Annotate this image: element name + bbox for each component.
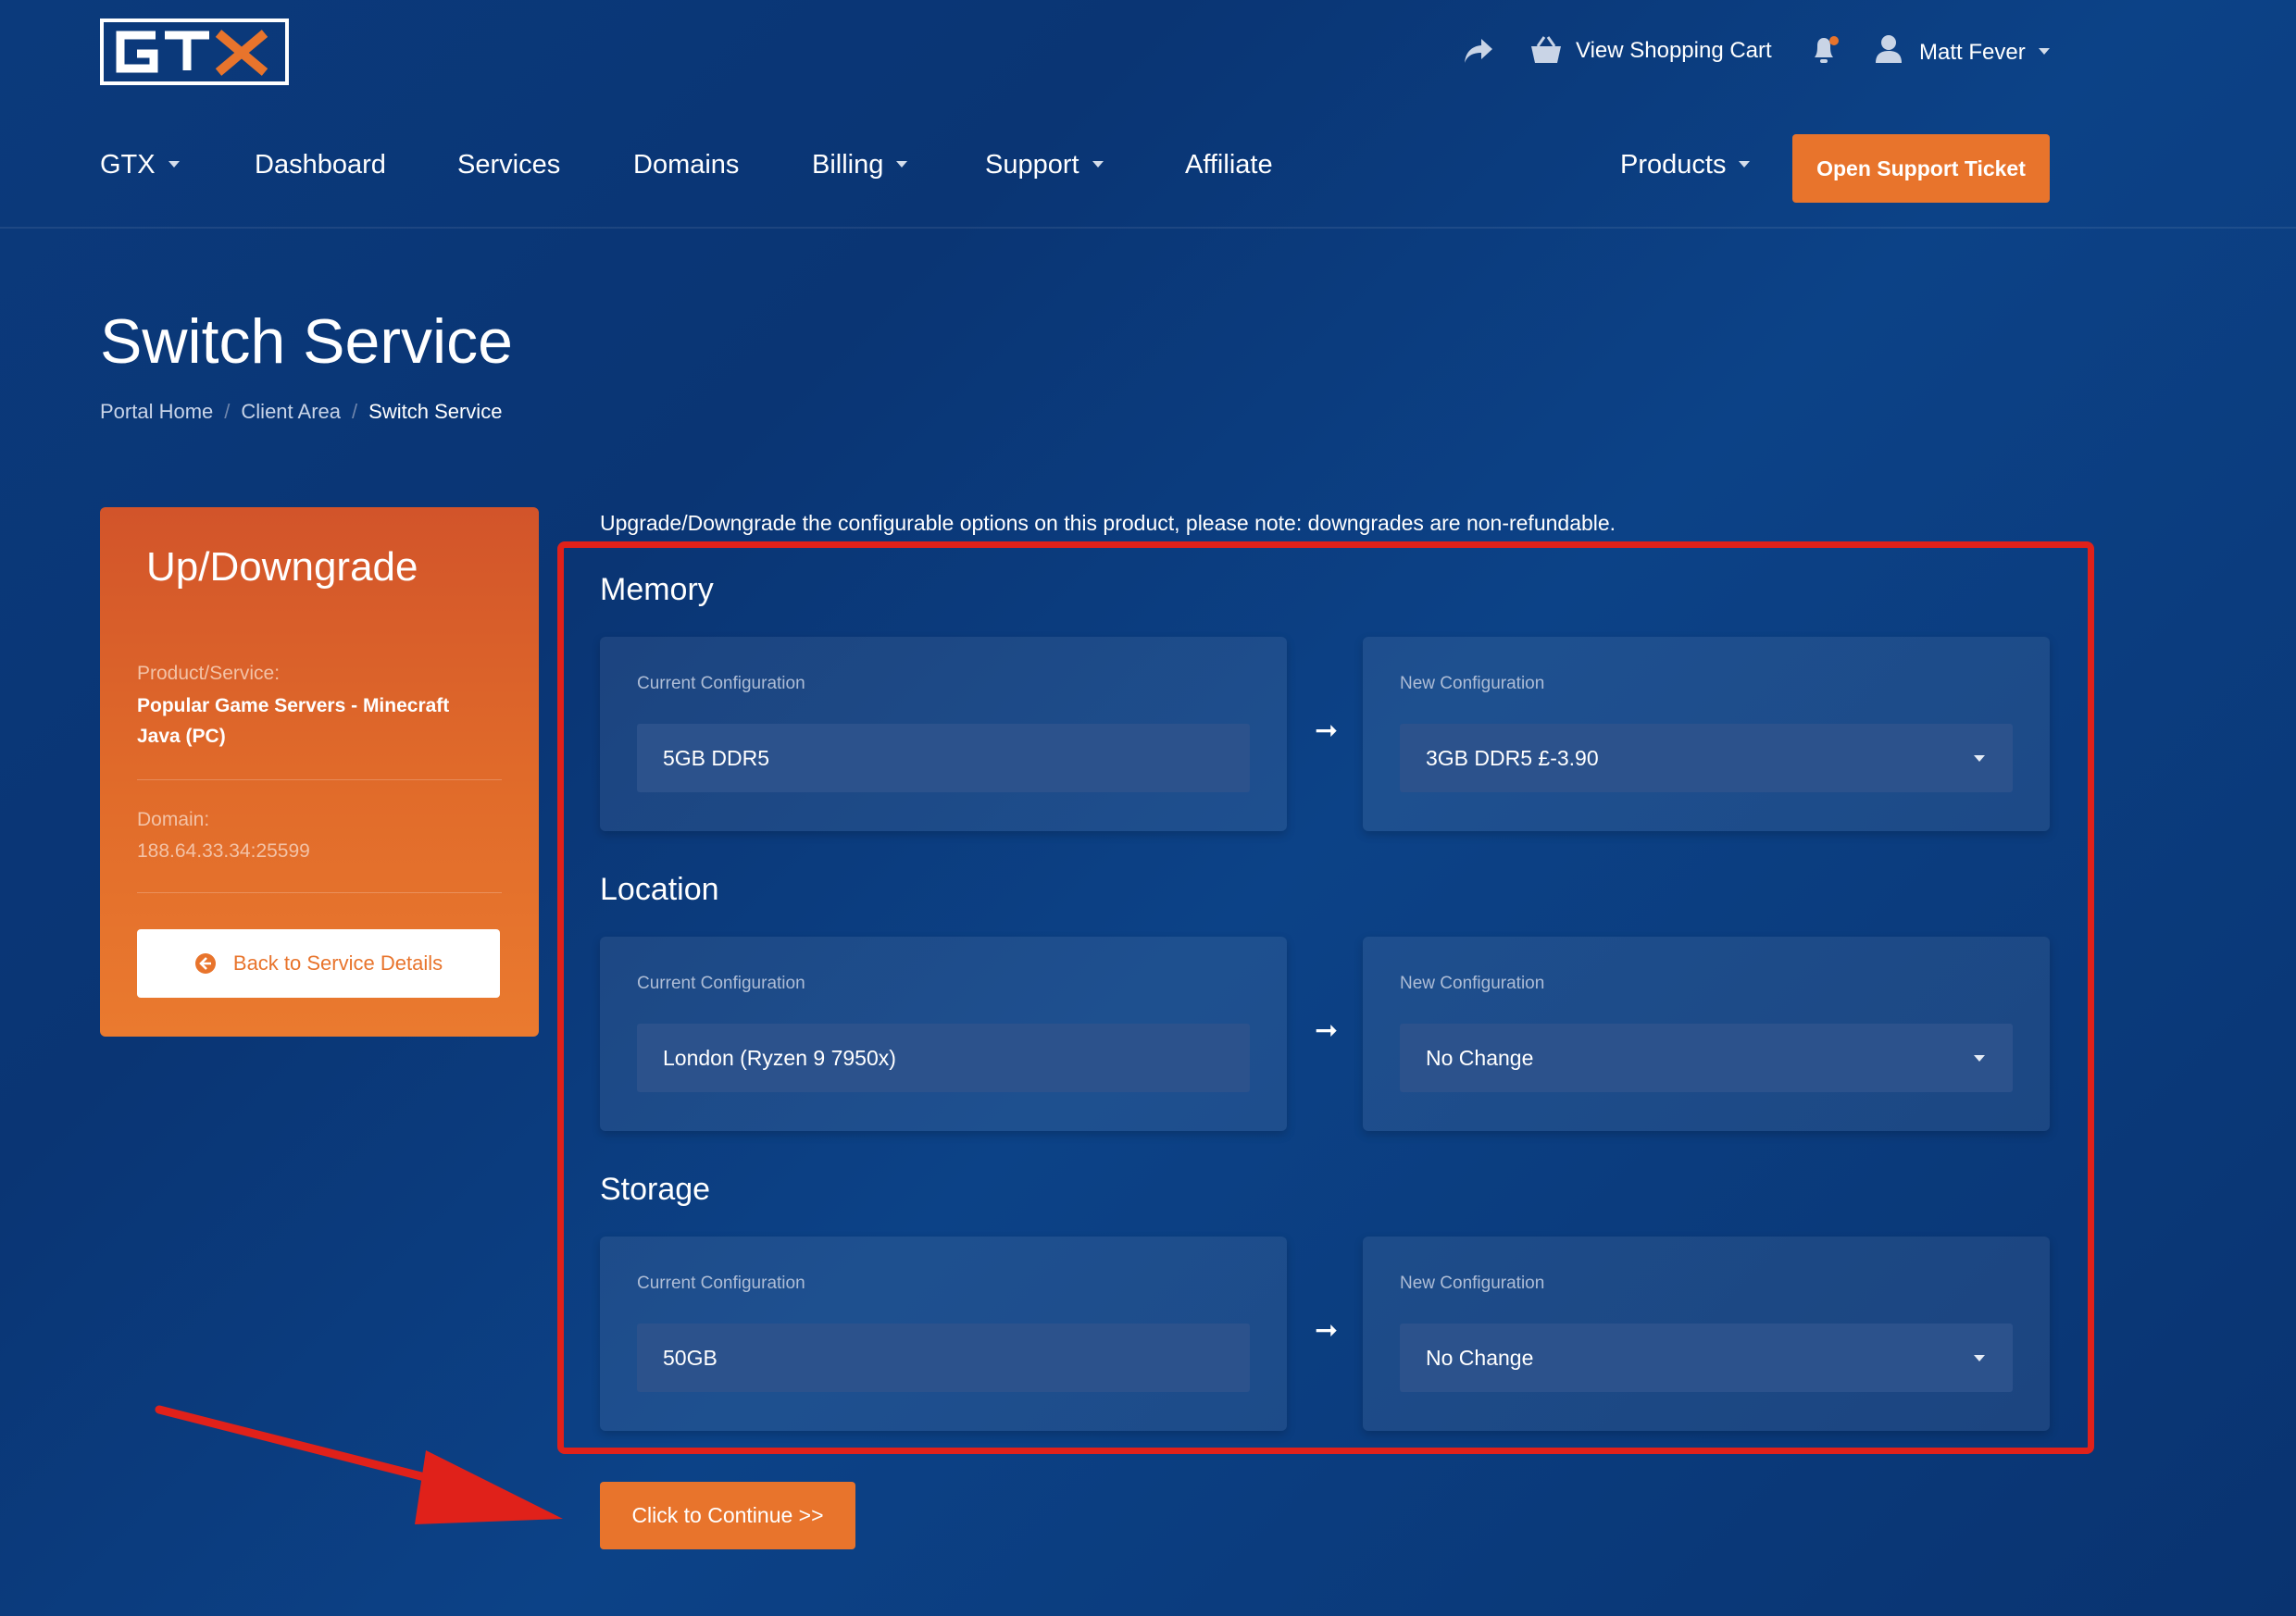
arrow-right-icon: ➞ [1315,1015,1339,1046]
breadcrumb: Portal Home / Client Area / Switch Service [100,400,502,424]
new-config-label: New Configuration [1400,1274,1545,1293]
user-icon[interactable] [1874,33,1903,69]
logo-graphic [100,19,289,85]
open-support-ticket-button[interactable]: Open Support Ticket [1792,134,2050,203]
product-label: Product/Service: [137,663,281,684]
nav-billing-label: Billing [812,150,884,180]
new-config-label: New Configuration [1400,674,1545,693]
nav-gtx-label: GTX [100,150,156,180]
config-note: Upgrade/Downgrade the configurable optio… [600,511,1616,535]
view-cart-link[interactable]: View Shopping Cart [1576,38,1772,64]
arrow-right-icon: ➞ [1315,715,1339,746]
location-current-value: London (Ryzen 9 7950x) [637,1024,1250,1092]
chevron-down-icon [2038,48,2050,56]
back-button-label: Back to Service Details [232,951,443,975]
breadcrumb-portal-home[interactable]: Portal Home [100,400,213,423]
share-icon[interactable] [1463,37,1494,69]
location-new-value: No Change [1426,1045,1534,1070]
bell-icon[interactable] [1809,33,1841,71]
breadcrumb-separator: / [224,400,231,423]
chevron-down-icon [1974,755,1985,762]
page-title: Switch Service [100,306,513,377]
nav-domains[interactable]: Domains [633,150,739,180]
current-config-label: Current Configuration [637,974,805,993]
breadcrumb-separator: / [352,400,358,423]
chevron-down-icon [1974,1355,1985,1361]
location-new-select[interactable]: No Change [1400,1024,2013,1092]
updowngrade-panel: Up/Downgrade Product/Service: Popular Ga… [100,507,539,1037]
chevron-down-icon [1092,160,1104,168]
nav-products-label: Products [1620,150,1727,180]
basket-icon[interactable] [1529,35,1563,69]
memory-current-value: 5GB DDR5 [637,724,1250,792]
memory-new-value: 3GB DDR5 £-3.90 [1426,745,1599,770]
domain-label: Domain: [137,809,210,830]
storage-current-card: Current Configuration 50GB [600,1237,1287,1431]
back-to-service-details-button[interactable]: Back to Service Details [137,929,500,998]
memory-new-select[interactable]: 3GB DDR5 £-3.90 [1400,724,2013,792]
panel-divider [137,779,502,780]
nav-dashboard[interactable]: Dashboard [255,150,386,180]
gtx-logo[interactable] [100,19,289,85]
nav-divider [0,227,2296,229]
section-title-memory: Memory [600,572,714,607]
nav-support-label: Support [985,150,1079,180]
product-value: Popular Game Servers - Minecraft Java (P… [137,695,450,747]
breadcrumb-client-area[interactable]: Client Area [241,400,341,423]
nav-gtx[interactable]: GTX [100,150,180,180]
storage-new-value: No Change [1426,1345,1534,1370]
memory-current-card: Current Configuration 5GB DDR5 [600,637,1287,831]
nav-billing[interactable]: Billing [812,150,908,180]
current-config-label: Current Configuration [637,1274,805,1293]
storage-current-value: 50GB [637,1324,1250,1392]
user-name: Matt Fever [1919,40,2026,65]
nav-services[interactable]: Services [457,150,560,180]
chevron-down-icon [1739,160,1751,168]
new-config-label: New Configuration [1400,974,1545,993]
breadcrumb-current: Switch Service [368,400,503,423]
memory-new-card: New Configuration 3GB DDR5 £-3.90 [1363,637,2050,831]
red-annotation-arrow-icon [148,1393,574,1536]
panel-divider [137,892,502,893]
chevron-down-icon [1974,1055,1985,1062]
storage-new-select[interactable]: No Change [1400,1324,2013,1392]
chevron-down-icon [168,160,180,168]
user-menu[interactable]: Matt Fever [1919,40,2050,66]
section-title-location: Location [600,872,719,907]
location-new-card: New Configuration No Change [1363,937,2050,1131]
click-to-continue-button[interactable]: Click to Continue >> [600,1482,855,1549]
arrow-right-icon: ➞ [1315,1315,1339,1346]
storage-new-card: New Configuration No Change [1363,1237,2050,1431]
location-current-card: Current Configuration London (Ryzen 9 79… [600,937,1287,1131]
section-title-storage: Storage [600,1172,711,1207]
arrow-circle-left-icon [194,953,216,974]
chevron-down-icon [896,160,908,168]
domain-value: 188.64.33.34:25599 [137,840,310,862]
nav-products[interactable]: Products [1620,150,1751,180]
nav-affiliate[interactable]: Affiliate [1185,150,1273,180]
current-config-label: Current Configuration [637,674,805,693]
nav-support[interactable]: Support [985,150,1104,180]
panel-title: Up/Downgrade [146,544,418,590]
